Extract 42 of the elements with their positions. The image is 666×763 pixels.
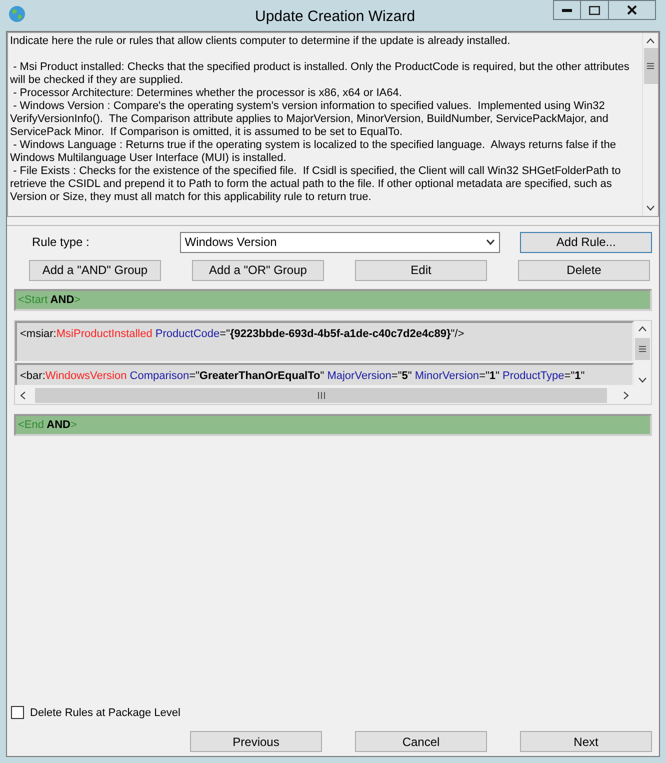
description-text: - Msi Product installed: Checks that the specified product is installed. Only the ProductCode is required, but the other attributes will be checked if they are supplied.: [10, 61, 630, 87]
grip-icon: [318, 392, 324, 399]
add-rule-button[interactable]: Add Rule...: [520, 232, 652, 252]
scroll-thumb[interactable]: [35, 388, 607, 403]
next-button[interactable]: Next: [520, 731, 652, 752]
previous-button[interactable]: Previous: [190, 731, 322, 752]
minimize-button[interactable]: [553, 0, 581, 20]
grip-icon: [647, 63, 654, 69]
close-icon: [627, 5, 637, 15]
description-text: Indicate here the rule or rules that allow clients computer to determine if the update is already installed.: [10, 35, 512, 48]
maximize-icon: [589, 6, 600, 14]
scroll-down-icon: [638, 377, 647, 383]
close-button[interactable]: [609, 0, 656, 20]
scroll-thumb[interactable]: [644, 48, 658, 84]
minimize-icon: [562, 8, 572, 12]
checkbox[interactable]: [11, 706, 24, 720]
edit-button[interactable]: Edit: [355, 260, 487, 280]
add-or-group-button[interactable]: Add a "OR" Group: [192, 260, 324, 280]
scroll-left-icon: [20, 391, 26, 400]
checkbox-label: Delete Rules at Package Level: [30, 706, 180, 720]
delete-button[interactable]: Delete: [518, 260, 650, 280]
vertical-scrollbar[interactable]: [642, 33, 658, 216]
description-text: - File Exists : Checks for the existence of the specified file. If Csidl is specified, the Client will call Win32 SHGetFolderPath to retrieve the CSIDL and prepend it to Path to form the actual path to the file. If other optional metadata are specified, such as Version or Size, they must all match for this applicability rule to return true.: [10, 165, 622, 204]
rule-type-label: Rule type :: [32, 234, 90, 251]
description-text: - Windows Version : Compare's the operating system's version information to specified values. Implemented using Win32 VerifyVersionInfo(). The Comparison attribute applies to MajorVersion, MinorVersion, BuildNumber, ServicePackMajor, and ServicePack Minor. If Comparison is omitted, it is assumed to be set to EqualTo.: [10, 100, 610, 139]
scroll-up-icon: [638, 326, 647, 332]
grip-icon: [639, 346, 646, 352]
chevron-down-icon: [486, 239, 496, 245]
scroll-right-icon: [623, 391, 629, 400]
window-title: Update Creation Wizard: [255, 7, 416, 27]
group-marker-row[interactable]: <Start AND>: [14, 289, 652, 311]
rule-type-dropdown[interactable]: Windows Version: [180, 232, 500, 252]
scroll-thumb[interactable]: [635, 338, 650, 360]
maximize-button[interactable]: [581, 0, 609, 20]
group-marker-row[interactable]: <End AND>: [14, 414, 652, 436]
cancel-button[interactable]: Cancel: [355, 731, 487, 752]
globe-icon: [8, 5, 26, 23]
scroll-down-icon: [646, 205, 655, 211]
description-text: - Processor Architecture: Determines whether the processor is x86, x64 or IA64.: [12, 87, 403, 100]
add-and-group-button[interactable]: Add a "AND" Group: [29, 260, 161, 280]
scroll-up-icon: [646, 38, 655, 44]
description-text: - Windows Language : Returns true if the operating system is localized to the specified language. Always returns false if the Windows Multilanguage User Interface (MUI) is installed.: [10, 139, 617, 165]
